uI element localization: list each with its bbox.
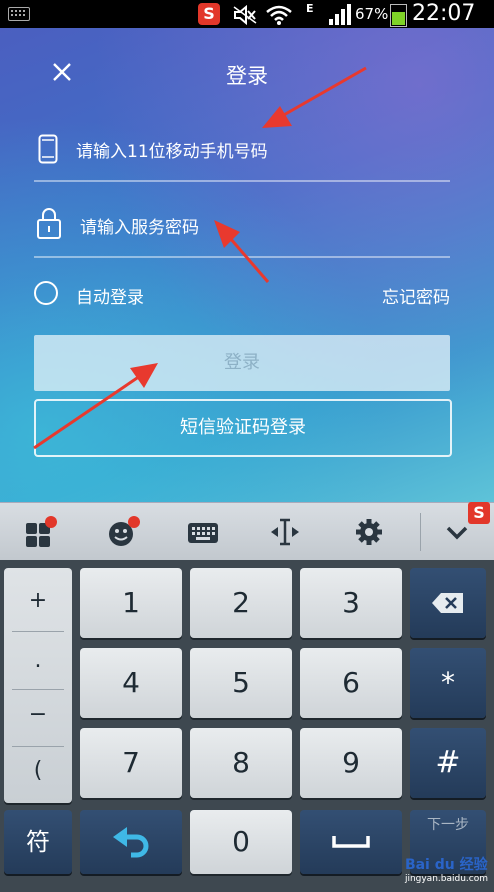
arrow-head-login xyxy=(130,363,158,388)
annotation-arrows xyxy=(33,66,367,450)
numeric-keypad: + . − ( 1 2 3 4 5 6 * 7 8 9 # 符 0 下一步 Ba… xyxy=(0,560,494,892)
key-plus[interactable]: + xyxy=(4,588,72,613)
symbol-column[interactable]: + . − ( xyxy=(4,568,72,803)
sogou-icon: S xyxy=(198,3,220,25)
key-3[interactable]: 3 xyxy=(300,568,402,638)
wifi-icon xyxy=(266,5,292,25)
settings-icon[interactable] xyxy=(352,515,386,549)
cursor-icon[interactable] xyxy=(268,515,302,549)
watermark-title: Bai du 经验 xyxy=(404,857,488,873)
key-7[interactable]: 7 xyxy=(80,728,182,798)
key-2[interactable]: 2 xyxy=(190,568,292,638)
symbol-divider xyxy=(12,689,64,690)
key-4[interactable]: 4 xyxy=(80,648,182,718)
battery-icon xyxy=(390,4,407,27)
arrow-to-phone xyxy=(281,66,367,118)
space-icon xyxy=(332,836,370,848)
status-bar: S E 67% 22:07 xyxy=(0,0,494,28)
key-paren[interactable]: ( xyxy=(4,758,72,783)
symbol-divider xyxy=(12,746,64,747)
key-hash[interactable]: # xyxy=(410,728,486,798)
key-star[interactable]: * xyxy=(410,648,486,718)
grid-menu-icon[interactable] xyxy=(24,515,58,549)
arrow-to-login xyxy=(33,374,141,450)
watermark-url: jingyan.baidu.com xyxy=(404,874,488,884)
sogou-logo-icon: S xyxy=(468,502,490,524)
network-type: E xyxy=(306,2,314,15)
arrow-head-phone xyxy=(262,106,292,128)
keyboard-icon xyxy=(8,7,30,21)
signal-icon xyxy=(329,4,351,25)
emoji-icon[interactable] xyxy=(106,515,140,549)
undo-icon xyxy=(113,827,149,858)
login-panel: 登录 请输入11位移动手机号码 请输入服务密码 自动登录 忘记密码 登录 短信验… xyxy=(0,28,494,502)
key-1[interactable]: 1 xyxy=(80,568,182,638)
clock: 22:07 xyxy=(412,1,476,26)
symbol-divider xyxy=(12,631,64,632)
keyboard-layout-icon[interactable] xyxy=(186,515,220,549)
arrow-to-password xyxy=(228,237,270,283)
key-8[interactable]: 8 xyxy=(190,728,292,798)
key-9[interactable]: 9 xyxy=(300,728,402,798)
screen: S E 67% 22:07 登录 请输入11位移动手机号码 请输入服务密码 自动… xyxy=(0,0,494,892)
undo-key[interactable] xyxy=(80,810,182,874)
key-6[interactable]: 6 xyxy=(300,648,402,718)
backspace-key[interactable] xyxy=(410,568,486,638)
backspace-icon xyxy=(432,593,463,613)
space-key[interactable] xyxy=(300,810,402,874)
key-dot[interactable]: . xyxy=(4,648,72,673)
baidu-watermark: Bai du 经验 jingyan.baidu.com xyxy=(405,854,488,884)
symbol-switch-key[interactable]: 符 xyxy=(4,810,72,874)
toolbar-divider xyxy=(420,513,421,551)
mute-icon xyxy=(233,5,257,25)
key-minus[interactable]: − xyxy=(4,702,72,727)
battery-percent: 67% xyxy=(355,5,389,23)
keyboard-toolbar xyxy=(0,502,494,561)
key-0[interactable]: 0 xyxy=(190,810,292,874)
key-5[interactable]: 5 xyxy=(190,648,292,718)
